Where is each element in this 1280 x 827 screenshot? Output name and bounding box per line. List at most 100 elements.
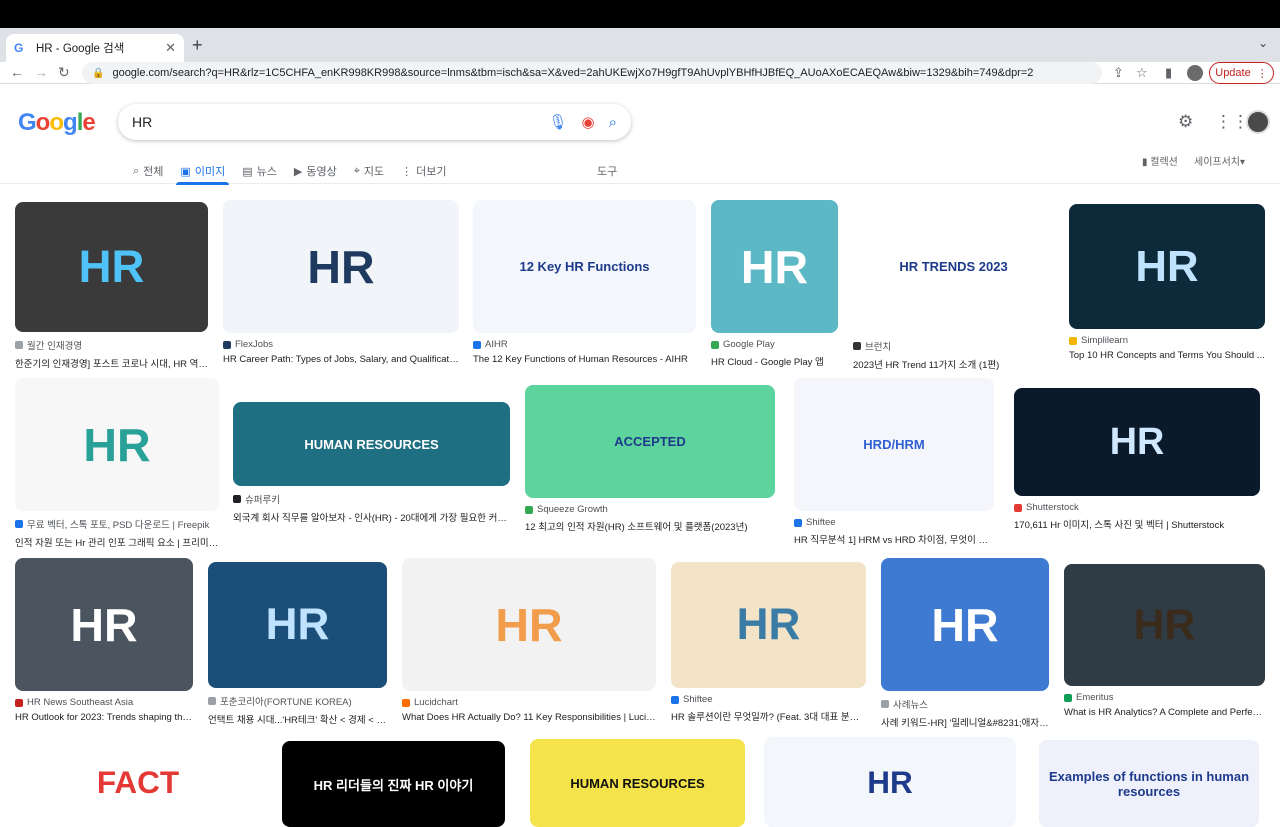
search-box[interactable]: HR 🎙 ◉ ⌕ [118,104,631,140]
close-tab-icon[interactable]: ✕ [165,40,176,56]
image-result-card[interactable]: HR HR News Southeast Asia HR Outlook for 2… [15,558,193,723]
result-caption[interactable]: HR Outlook for 2023: Trends shaping the.… [15,712,193,723]
result-thumbnail[interactable]: Examples of functions in human resources [1039,740,1259,827]
result-caption[interactable]: 170,611 Hr 이미지, 스톡 사진 및 벡터 | Shutterstoc… [1014,517,1260,531]
reload-icon[interactable]: ↻ [58,64,70,81]
result-source[interactable]: 포춘코리아(FORTUNE KOREA) [208,694,387,708]
result-thumbnail[interactable]: HR [15,378,219,511]
search-input[interactable]: HR [132,114,534,130]
search-icon[interactable]: ⌕ [609,114,617,131]
result-thumbnail[interactable]: HR [1064,564,1265,686]
side-panel-icon[interactable]: ▮ [1165,65,1172,81]
result-caption[interactable]: HR Cloud - Google Play 앱 [711,354,838,368]
result-caption[interactable]: HR Career Path: Types of Jobs, Salary, a… [223,354,459,365]
tools-button[interactable]: 도구 [597,163,617,179]
result-thumbnail[interactable]: HR [764,737,1016,827]
result-source[interactable]: Squeeze Growth [525,504,775,515]
address-bar[interactable]: 🔒 google.com/search?q=HR&rlz=1C5CHFA_enK… [82,62,1102,84]
image-result-card[interactable]: HUMAN RESOURCES [530,739,745,827]
image-result-card[interactable]: HR Simplilearn Top 10 HR Concepts and Term… [1069,204,1265,361]
result-source[interactable]: Google Play [711,339,838,350]
result-caption[interactable]: What Does HR Actually Do? 11 Key Respons… [402,712,656,723]
result-caption[interactable]: The 12 Key Functions of Human Resources … [473,354,696,365]
result-thumbnail[interactable]: FACT [15,737,261,827]
collections-button[interactable]: ▮ 컬렉션 [1142,153,1178,168]
camera-lens-icon[interactable]: ◉ [582,113,595,131]
result-thumbnail[interactable]: HR [15,202,208,332]
result-thumbnail[interactable]: HR [671,562,866,688]
result-thumbnail[interactable]: HR [1014,388,1260,496]
result-source[interactable]: Shiftee [671,694,866,705]
forward-icon[interactable]: → [34,64,48,80]
result-caption[interactable]: 한준기의 인재경영] 포스트 코로나 시대, HR 역할을 ... [15,356,208,370]
image-result-card[interactable]: HR FlexJobs HR Career Path: Types of Jobs,… [223,200,459,365]
image-result-card[interactable]: HR Shiftee HR 솔루션이란 무엇일까? (Feat. 3대 대표 분야 … [671,562,866,723]
tab-all[interactable]: ⌕ 전체 [133,159,163,183]
apps-grid-icon[interactable]: ⋮⋮ [1215,112,1249,132]
back-icon[interactable]: ← [10,64,24,80]
share-icon[interactable]: ⇪ [1113,65,1124,81]
account-avatar[interactable] [1246,110,1270,134]
result-caption[interactable]: 언택트 채용 시대...'HR테크' 확산 < 경제 < Indu... [208,712,387,726]
bookmark-star-icon[interactable]: ☆ [1136,65,1148,81]
tab-search-icon[interactable]: ⌄ [1258,36,1268,50]
image-result-card[interactable]: Examples of functions in human resources [1039,740,1259,827]
result-caption[interactable]: 사례 키워드-HR] '밀레니얼&#8231;애자일... [881,715,1049,729]
result-caption[interactable]: 외국계 회사 직무를 알아보자 - 인사(HR) - 20대에게 가장 필요한 … [233,510,510,524]
image-result-card[interactable]: HR Lucidchart What Does HR Actually Do? 11… [402,558,656,723]
result-source[interactable]: Emeritus [1064,692,1265,703]
image-result-card[interactable]: HUMAN RESOURCES 슈퍼루키외국계 회사 직무를 알아보자 - 인사(… [233,402,510,524]
result-thumbnail[interactable]: HR TRENDS 2023 [853,200,1054,333]
image-result-card[interactable]: HR 리더들의 진짜 HR 이야기 [282,741,505,827]
result-thumbnail[interactable]: HR [15,558,193,691]
image-result-card[interactable]: ACCEPTED Squeeze Growth 12 최고의 인적 자원(HR) 소… [525,385,775,533]
tab-maps[interactable]: ⌖ 지도 [354,159,384,183]
image-result-card[interactable]: HR 무료 벡터, 스톡 포토, PSD 다운로드 | Freepik 인적 자원 … [15,378,219,549]
result-thumbnail[interactable]: HR [208,562,387,688]
result-caption[interactable]: 12 최고의 인적 자원(HR) 소프트웨어 및 플랫폼(2023년) [525,519,775,533]
result-source[interactable]: 월간 인재경영 [15,338,208,352]
result-thumbnail[interactable]: HR [402,558,656,691]
image-result-card[interactable]: HR Emeritus What is HR Analytics? A Comple… [1064,564,1265,718]
result-source[interactable]: 슈퍼루키 [233,492,510,506]
result-caption[interactable]: 2023년 HR Trend 11가지 소개 (1편) [853,357,1054,371]
result-thumbnail[interactable]: ACCEPTED [525,385,775,498]
result-thumbnail[interactable]: HUMAN RESOURCES [233,402,510,486]
new-tab-icon[interactable]: + [192,35,203,56]
update-button[interactable]: Update ⋮ [1209,62,1274,84]
result-caption[interactable]: Top 10 HR Concepts and Terms You Should … [1069,350,1265,361]
result-thumbnail[interactable]: HUMAN RESOURCES [530,739,745,827]
result-source[interactable]: 사례뉴스 [881,697,1049,711]
tab-news[interactable]: ▤ 뉴스 [242,159,277,183]
image-result-card[interactable]: HR 월간 인재경영한준기의 인재경영] 포스트 코로나 시대, HR 역할을 .… [15,202,208,370]
settings-gear-icon[interactable]: ⚙ [1178,112,1193,132]
result-thumbnail[interactable]: 12 Key HR Functions [473,200,696,333]
image-result-card[interactable]: HR 사례뉴스 사례 키워드-HR] '밀레니얼&#8231;애자일... [881,558,1049,729]
tab-more[interactable]: ⋮ 더보기 [401,159,446,183]
result-caption[interactable]: HR 직무분석 1] HRM vs HRD 차이점, 무엇이 다를... [794,532,994,546]
result-thumbnail[interactable]: HRD/HRM [794,378,994,511]
result-source[interactable]: Lucidchart [402,697,656,708]
image-result-card[interactable]: HR Shutterstock 170,611 Hr 이미지, 스톡 사진 및 벡터… [1014,388,1260,531]
tab-videos[interactable]: ▶ 동영상 [294,159,337,183]
result-source[interactable]: 무료 벡터, 스톡 포토, PSD 다운로드 | Freepik [15,517,219,531]
image-result-card[interactable]: HR Google Play HR Cloud - Google Play 앱 [711,200,838,368]
result-source[interactable]: Shutterstock [1014,502,1260,513]
result-thumbnail[interactable]: HR [1069,204,1265,329]
result-caption[interactable]: 인적 자원 또는 Hr 관리 인포 그래픽 요소 | 프리미엄 ... [15,535,219,549]
google-logo[interactable]: Google [18,109,96,137]
microphone-icon[interactable]: 🎙 [548,113,567,131]
result-thumbnail[interactable]: HR [223,200,459,333]
result-source[interactable]: 브런치 [853,339,1054,353]
profile-avatar-icon[interactable] [1187,65,1203,81]
image-result-card[interactable]: HR [764,737,1016,827]
result-source[interactable]: Simplilearn [1069,335,1265,346]
result-thumbnail[interactable]: HR 리더들의 진짜 HR 이야기 [282,741,505,827]
result-source[interactable]: Shiftee [794,517,994,528]
browser-tab[interactable]: G HR - Google 검색 ✕ [6,34,184,62]
tab-images[interactable]: ▣ 이미지 [176,159,229,185]
result-source[interactable]: AIHR [473,339,696,350]
result-source[interactable]: FlexJobs [223,339,459,350]
safesearch-dropdown[interactable]: 세이프서치▾ [1194,153,1245,168]
image-result-card[interactable]: HR 포춘코리아(FORTUNE KOREA) 언택트 채용 시대...'HR테크'… [208,562,387,726]
